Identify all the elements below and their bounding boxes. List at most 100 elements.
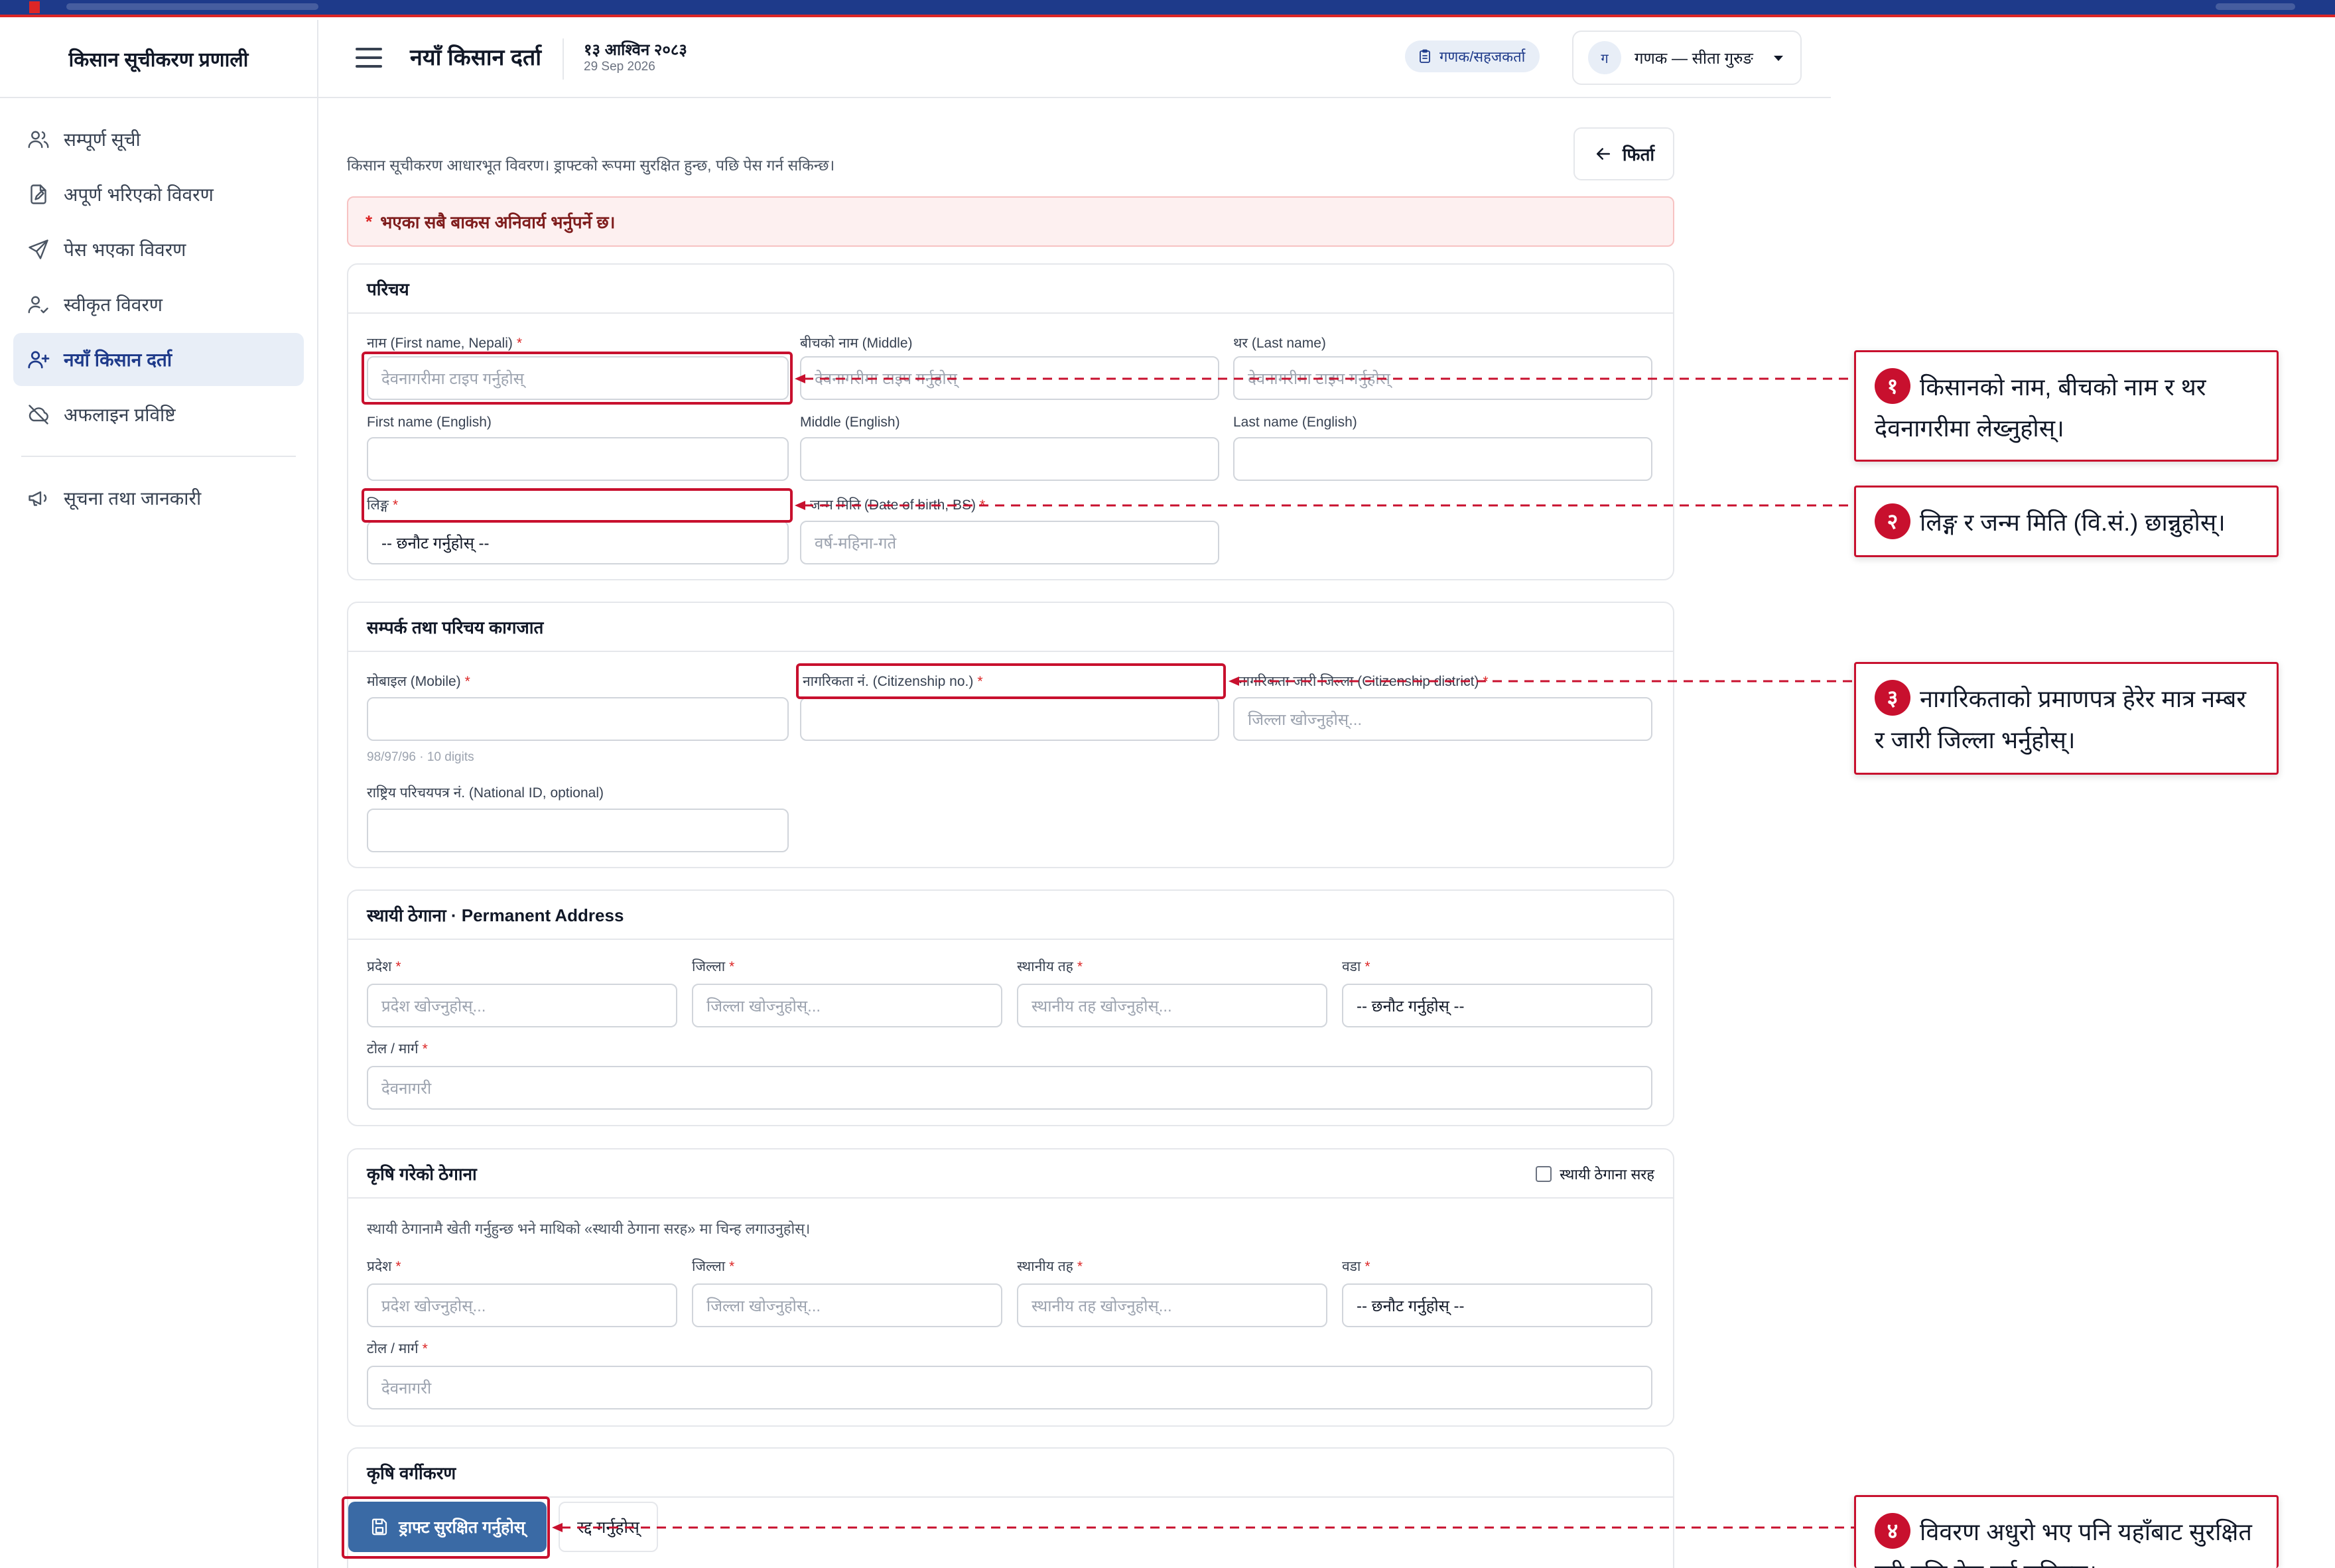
callout-number: १ xyxy=(1875,368,1910,405)
avatar: ग xyxy=(1588,41,1621,74)
district-label: जिल्ला * xyxy=(692,959,735,974)
mobile-label: मोबाइल (Mobile) * xyxy=(367,674,470,689)
page-title: नयाँ किसान दर्ता xyxy=(410,45,542,70)
sidebar-item-label: पेस भएका विवरण xyxy=(64,239,186,260)
dob-label: जन्म मिति (Date of birth, BS) * xyxy=(810,497,986,513)
card-title: कृषि वर्गीकरण xyxy=(348,1449,1673,1498)
sidebar-item-new-farmer[interactable]: नयाँ किसान दर्ता xyxy=(13,333,304,386)
menu-icon[interactable] xyxy=(356,48,382,70)
farm-district-input[interactable]: जिल्ला खोज्नुहोस्... xyxy=(692,1283,1002,1327)
gender-label: लिङ्ग * xyxy=(367,497,399,513)
send-icon xyxy=(29,239,48,259)
same-as-permanent-toggle[interactable]: स्थायी ठेगाना सरह xyxy=(1536,1164,1654,1184)
local-level-input[interactable]: स्थानीय तह खोज्नुहोस्... xyxy=(1017,984,1327,1027)
role-label: गणक/सहजकर्ता xyxy=(1439,48,1526,65)
card-title: स्थायी ठेगाना · Permanent Address xyxy=(348,891,1673,940)
last-name-np-input[interactable]: देवनागरीमा टाइप गर्नुहोस् xyxy=(1233,356,1652,400)
sidebar-divider xyxy=(21,456,296,457)
permanent-address-card: स्थायी ठेगाना · Permanent Address प्रदेश… xyxy=(347,889,1674,1126)
save-icon xyxy=(372,1518,387,1535)
document-edit-icon xyxy=(31,184,46,204)
district-input[interactable]: जिल्ला खोज्नुहोस्... xyxy=(692,984,1002,1027)
top-strip-text xyxy=(66,3,318,10)
app-header: नयाँ किसान दर्ता १३ आश्विन २०८३ 29 Sep 2… xyxy=(318,20,1831,98)
callout-number: ४ xyxy=(1875,1513,1910,1549)
same-as-permanent-checkbox[interactable] xyxy=(1536,1166,1552,1182)
citizenship-district-input[interactable]: जिल्ला खोज्नुहोस्... xyxy=(1233,697,1652,741)
callout-1: १ किसानको नाम, बीचको नाम र थर देवनागरीमा … xyxy=(1854,350,2279,462)
tole-label: टोल / मार्ग * xyxy=(367,1041,428,1057)
callout-text: लिङ्ग र जन्म मिति (वि.सं.) छान्नुहोस्। xyxy=(1920,509,2226,536)
mobile-hint: 98/97/96 · 10 digits xyxy=(367,750,474,764)
last-name-np-label: थर (Last name) xyxy=(1233,336,1326,351)
date-nepali: १३ आश्विन २०८३ xyxy=(584,41,687,59)
card-title: सम्पर्क तथा परिचय कागजात xyxy=(348,603,1673,652)
sidebar-nav: सम्पूर्ण सूची अपूर्ण भरिएको विवरण पेस भए… xyxy=(0,98,317,525)
date-english: 29 Sep 2026 xyxy=(584,60,655,74)
ward-label: वडा * xyxy=(1342,959,1370,974)
ward-select[interactable]: -- छनौट गर्नुहोस् -- xyxy=(1342,984,1652,1027)
dob-input[interactable]: वर्ष-महिना-गते xyxy=(800,521,1219,564)
tole-input[interactable]: देवनागरी xyxy=(367,1066,1652,1110)
first-name-en-label: First name (English) xyxy=(367,415,492,430)
required-star: * xyxy=(366,211,373,231)
farm-address-note: स्थायी ठेगानामै खेती गर्नुहुन्छ भने माथि… xyxy=(367,1220,811,1237)
first-name-np-label: नाम (First name, Nepali) * xyxy=(367,336,523,351)
save-draft-button[interactable]: ड्राफ्ट सुरक्षित गर्नुहोस् xyxy=(348,1502,547,1552)
farm-local-level-input[interactable]: स्थानीय तह खोज्नुहोस्... xyxy=(1017,1283,1327,1327)
sidebar-item-offline[interactable]: अफलाइन प्रविष्टि xyxy=(13,388,304,441)
callout-text: विवरण अधुरो भए पनि यहाँबाट सुरक्षित गरी … xyxy=(1875,1518,2252,1568)
farm-address-card: कृषि गरेको ठेगाना स्थायी ठेगाना सरह स्था… xyxy=(347,1148,1674,1427)
mobile-input[interactable] xyxy=(367,697,789,741)
middle-name-en-label: Middle (English) xyxy=(800,415,900,430)
farm-ward-label: वडा * xyxy=(1342,1259,1370,1274)
flag-icon xyxy=(29,1,40,13)
user-menu[interactable]: ग गणक — सीता गुरुङ xyxy=(1572,31,1802,85)
province-input[interactable]: प्रदेश खोज्नुहोस्... xyxy=(367,984,677,1027)
cancel-button[interactable]: रद्द गर्नुहोस् xyxy=(559,1502,658,1552)
callout-2: २ लिङ्ग र जन्म मिति (वि.सं.) छान्नुहोस्। xyxy=(1854,486,2279,557)
sidebar-item-label: अफलाइन प्रविष्टि xyxy=(64,405,176,425)
last-name-en-input[interactable] xyxy=(1233,437,1652,481)
sidebar-item-label: सूचना तथा जानकारी xyxy=(64,488,202,509)
farm-tole-input[interactable]: देवनागरी xyxy=(367,1366,1652,1409)
top-strip xyxy=(0,0,2335,17)
citizenship-district-label: नागरिकता जारी जिल्ला (Citizenship distri… xyxy=(1238,674,1489,689)
sidebar-item-label: अपूर्ण भरिएको विवरण xyxy=(64,184,214,205)
sidebar-item-incomplete[interactable]: अपूर्ण भरिएको विवरण xyxy=(13,168,304,221)
intro-card: परिचय नाम (First name, Nepali) * देवनागरी… xyxy=(347,263,1674,580)
user-name: गणक — सीता गुरुङ xyxy=(1634,49,1753,68)
top-strip-links xyxy=(2216,3,2295,10)
users-icon xyxy=(28,131,49,149)
first-name-np-input[interactable]: देवनागरीमा टाइप गर्नुहोस् xyxy=(367,356,789,400)
gender-select[interactable]: -- छनौट गर्नुहोस् -- xyxy=(367,521,789,564)
first-name-en-input[interactable] xyxy=(367,437,789,481)
middle-name-np-input[interactable]: देवनागरीमा टाइप गर्नुहोस् xyxy=(800,356,1219,400)
clipboard-icon xyxy=(1420,49,1430,63)
cloud-off-icon xyxy=(29,405,48,425)
citizenship-no-label: नागरिकता नं. (Citizenship no.) * xyxy=(803,674,983,689)
card-title: कृषि गरेको ठेगाना xyxy=(348,1149,1673,1199)
sidebar: किसान सूचीकरण प्रणाली सम्पूर्ण सूची अपूर… xyxy=(0,20,318,1568)
role-badge: गणक/सहजकर्ता xyxy=(1405,40,1540,72)
national-id-label: राष्ट्रिय परिचयपत्र नं. (National ID, op… xyxy=(367,785,604,801)
farm-ward-select[interactable]: -- छनौट गर्नुहोस् -- xyxy=(1342,1283,1652,1327)
back-button[interactable]: फिर्ता xyxy=(1573,127,1674,180)
farm-province-input[interactable]: प्रदेश खोज्नुहोस्... xyxy=(367,1283,677,1327)
sidebar-item-submitted[interactable]: पेस भएका विवरण xyxy=(13,223,304,276)
citizenship-no-input[interactable] xyxy=(800,697,1219,741)
sidebar-item-notices[interactable]: सूचना तथा जानकारी xyxy=(13,472,304,525)
farm-district-label: जिल्ला * xyxy=(692,1259,735,1274)
sidebar-item-approved[interactable]: स्वीकृत विवरण xyxy=(13,278,304,331)
local-level-label: स्थानीय तह * xyxy=(1017,959,1083,974)
megaphone-icon xyxy=(29,491,47,506)
callout-number: ३ xyxy=(1875,680,1910,716)
sidebar-item-label: सम्पूर्ण सूची xyxy=(64,129,141,150)
farm-tole-label: टोल / मार्ग * xyxy=(367,1341,428,1356)
middle-name-np-label: बीचको नाम (Middle) xyxy=(800,336,913,351)
sidebar-item-label: स्वीकृत विवरण xyxy=(64,294,163,315)
contact-card: सम्पर्क तथा परिचय कागजात मोबाइल (Mobile)… xyxy=(347,602,1674,868)
middle-name-en-input[interactable] xyxy=(800,437,1219,481)
national-id-input[interactable] xyxy=(367,809,789,852)
sidebar-item-all-list[interactable]: सम्पूर्ण सूची xyxy=(13,113,304,166)
